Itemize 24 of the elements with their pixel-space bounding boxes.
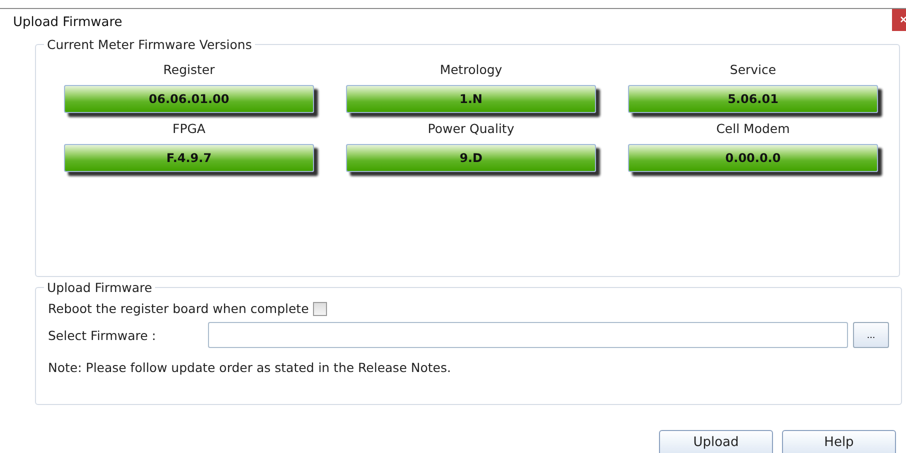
version-label: Service	[730, 62, 776, 77]
version-value: 0.00.0.0	[628, 144, 878, 172]
note-text: Note: Please follow update order as stated in the Release Notes.	[48, 360, 452, 375]
select-firmware-label: Select Firmware :	[48, 328, 156, 342]
version-label: Register	[163, 62, 215, 77]
version-value: 5.06.01	[628, 85, 878, 113]
group-title: Current Meter Firmware Versions	[46, 37, 253, 52]
help-button[interactable]: Help	[782, 430, 896, 453]
browse-button[interactable]: ...	[853, 322, 890, 348]
version-value: 1.N	[346, 85, 596, 113]
version-label: Metrology	[440, 62, 502, 77]
version-label: FPGA	[172, 121, 206, 136]
version-label: Power Quality	[428, 121, 514, 136]
window-title: Upload Firmware	[13, 15, 122, 30]
version-value: 9.D	[346, 144, 596, 172]
upload-button[interactable]: Upload	[659, 430, 773, 453]
version-label: Cell Modem	[716, 121, 790, 136]
version-value: 06.06.01.00	[64, 85, 314, 113]
version-value: F.4.9.7	[64, 144, 314, 172]
reboot-checkbox[interactable]	[312, 302, 327, 316]
reboot-label: Reboot the register board when complete	[48, 301, 309, 316]
close-icon[interactable]	[892, 9, 906, 31]
firmware-path-field[interactable]	[208, 322, 848, 348]
group-title: Upload Firmware	[46, 280, 154, 295]
